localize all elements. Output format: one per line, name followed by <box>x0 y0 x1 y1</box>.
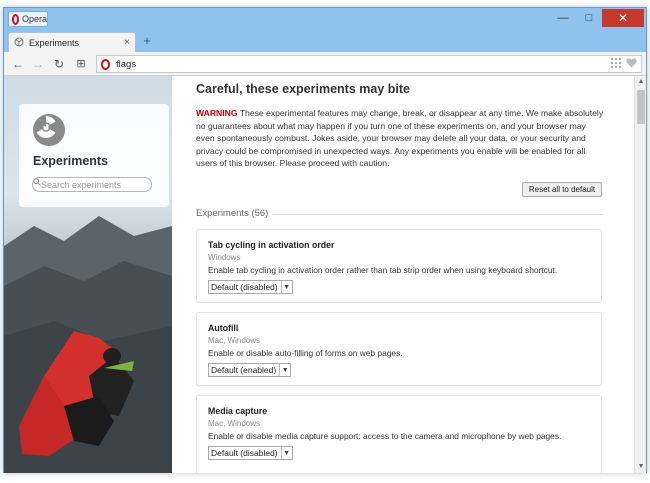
experiment-platforms: Mac, Windows <box>208 419 261 428</box>
experiment-name: Tab cycling in activation order <box>208 240 335 250</box>
grid-icon[interactable] <box>611 57 621 71</box>
maximize-button[interactable]: □ <box>576 9 602 27</box>
speed-dial-button[interactable]: ⊞ <box>73 56 89 72</box>
sidebar: Experiments <box>4 76 172 473</box>
address-text[interactable]: flags <box>116 59 611 70</box>
experiment-description: Enable tab cycling in activation order r… <box>208 265 558 275</box>
search-box[interactable] <box>32 177 152 192</box>
navigation-toolbar: ← → ↻ ⊞ flags <box>4 52 646 76</box>
chevron-down-icon: ▼ <box>280 281 292 293</box>
close-window-button[interactable]: ✕ <box>602 9 644 27</box>
sidebar-title: Experiments <box>33 154 109 168</box>
scroll-up-icon[interactable]: ▲ <box>635 76 646 88</box>
experiment-card: Autofill Mac, Windows Enable or disable … <box>196 312 602 386</box>
experiment-name: Media capture <box>208 406 268 416</box>
browser-window: Opera — □ ✕ Experiments × + ← → ↻ ⊞ flag… <box>3 7 647 473</box>
experiment-description: Enable or disable auto-filling of forms … <box>208 348 403 358</box>
scroll-down-icon[interactable]: ▼ <box>635 461 646 473</box>
page-content: Experiments Careful, these experiments m… <box>4 76 646 473</box>
tab-experiments[interactable]: Experiments × <box>8 32 136 52</box>
back-button[interactable]: ← <box>10 56 26 72</box>
warning-label: WARNING <box>196 108 238 118</box>
experiment-select[interactable]: Default (enabled) ▼ <box>208 363 292 377</box>
chevron-down-icon: ▼ <box>279 364 290 376</box>
radiation-icon <box>33 114 65 146</box>
address-actions <box>611 57 637 71</box>
new-tab-button[interactable]: + <box>140 34 154 48</box>
tab-strip: Experiments × + <box>4 30 646 52</box>
experiment-select-value: Default (enabled) <box>211 365 277 375</box>
opera-page-icon <box>101 58 110 70</box>
experiment-name: Autofill <box>208 323 239 333</box>
divider <box>272 214 602 215</box>
experiment-select[interactable]: Default (disabled) ▼ <box>208 446 293 460</box>
warning-message: WARNING These experimental features may … <box>196 107 606 170</box>
heart-icon[interactable] <box>626 58 637 71</box>
experiment-platforms: Mac, Windows <box>208 336 261 345</box>
experiment-description: Enable or disable media capture support:… <box>208 431 562 441</box>
warning-text: These experimental features may change, … <box>196 108 604 169</box>
experiment-select-value: Default (disabled) <box>211 448 278 458</box>
opera-menu-button[interactable]: Opera <box>8 11 48 27</box>
sidebar-card: Experiments <box>19 104 169 207</box>
experiment-select[interactable]: Default (disabled) ▼ <box>208 280 293 294</box>
experiment-card: Media capture Mac, Windows Enable or dis… <box>196 395 602 473</box>
reset-all-button[interactable]: Reset all to default <box>522 182 602 197</box>
vertical-scrollbar[interactable]: ▲ ▼ <box>634 76 646 473</box>
page-title: Careful, these experiments may bite <box>196 82 410 96</box>
reload-button[interactable]: ↻ <box>51 56 67 72</box>
window-controls: — □ ✕ <box>550 9 644 27</box>
flask-icon <box>14 37 24 49</box>
close-tab-icon[interactable]: × <box>124 37 130 48</box>
experiment-select-value: Default (disabled) <box>211 282 278 292</box>
opera-menu-label: Opera <box>21 14 47 24</box>
chevron-down-icon: ▼ <box>280 447 292 459</box>
tab-label: Experiments <box>29 37 80 48</box>
main-panel: Careful, these experiments may bite WARN… <box>176 76 634 473</box>
scrollbar-thumb[interactable] <box>637 90 645 124</box>
search-input[interactable] <box>41 179 136 190</box>
experiment-platforms: Windows <box>208 253 241 262</box>
experiments-count: Experiments (56) <box>196 208 269 219</box>
forward-button[interactable]: → <box>30 56 46 72</box>
minimize-button[interactable]: — <box>550 9 576 27</box>
opera-logo-icon <box>12 13 19 25</box>
title-bar: Opera — □ ✕ <box>4 8 646 30</box>
experiment-card: Tab cycling in activation order Windows … <box>196 229 602 303</box>
address-bar[interactable]: flags <box>96 55 642 73</box>
